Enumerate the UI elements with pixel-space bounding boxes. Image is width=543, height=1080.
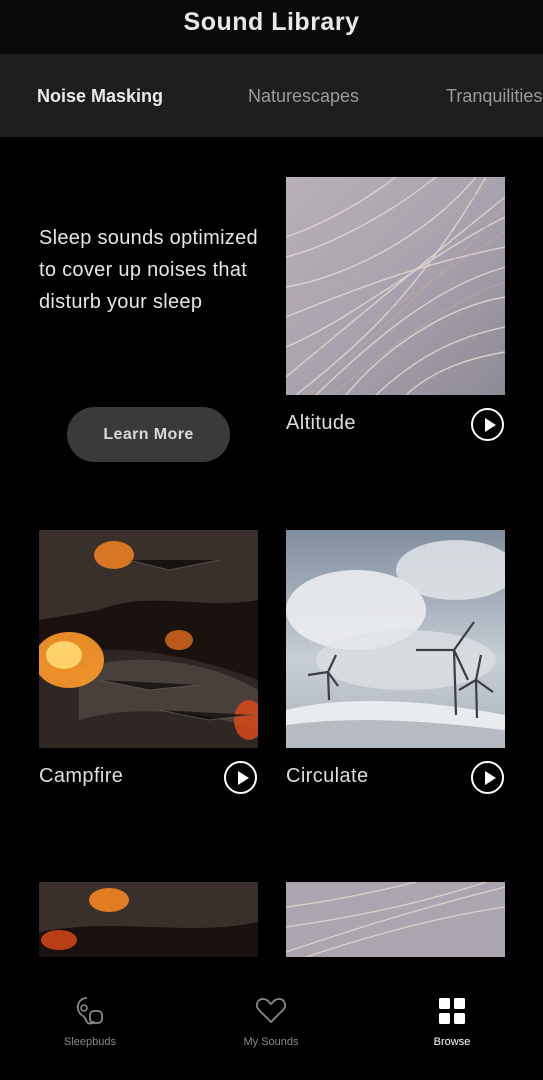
nav-label: Sleepbuds (64, 1036, 116, 1048)
play-icon[interactable] (471, 761, 504, 794)
heart-icon (256, 998, 286, 1023)
play-icon[interactable] (224, 761, 257, 794)
category-tabs: Noise Masking Naturescapes Tranquilities (0, 54, 543, 137)
tab-tranquilities[interactable]: Tranquilities (446, 86, 542, 107)
play-icon[interactable] (471, 408, 504, 441)
sound-title: Campfire (39, 765, 124, 787)
sound-title: Altitude (286, 412, 356, 434)
sound-title: Circulate (286, 765, 369, 787)
intro-description: Sleep sounds optimized to cover up noise… (39, 227, 258, 313)
tab-noise-masking[interactable]: Noise Masking (37, 86, 163, 107)
dry-grass-image (286, 177, 505, 395)
nav-label: Browse (433, 1036, 471, 1048)
learn-more-button[interactable]: Learn More (67, 407, 230, 462)
nav-sleepbuds[interactable]: Sleepbuds (30, 994, 150, 1048)
tab-naturescapes[interactable]: Naturescapes (248, 86, 359, 107)
nav-browse[interactable]: Browse (392, 994, 512, 1048)
header-bar: Sound Library (0, 0, 543, 54)
dry-grass-image (286, 882, 505, 957)
nav-my-sounds[interactable]: My Sounds (211, 994, 331, 1048)
sleepbuds-icon (76, 997, 103, 1025)
burning-logs-image (39, 530, 258, 748)
app-screen: Sound Library Noise Masking Naturescapes… (0, 0, 543, 1080)
burning-logs-image (39, 882, 258, 957)
wind-turbines-image (286, 530, 505, 748)
page-title: Sound Library (183, 8, 360, 36)
nav-label: My Sounds (243, 1036, 299, 1048)
grid-icon (439, 998, 465, 1024)
bottom-navigation: Sleepbuds My Sounds Browse (0, 958, 543, 1080)
